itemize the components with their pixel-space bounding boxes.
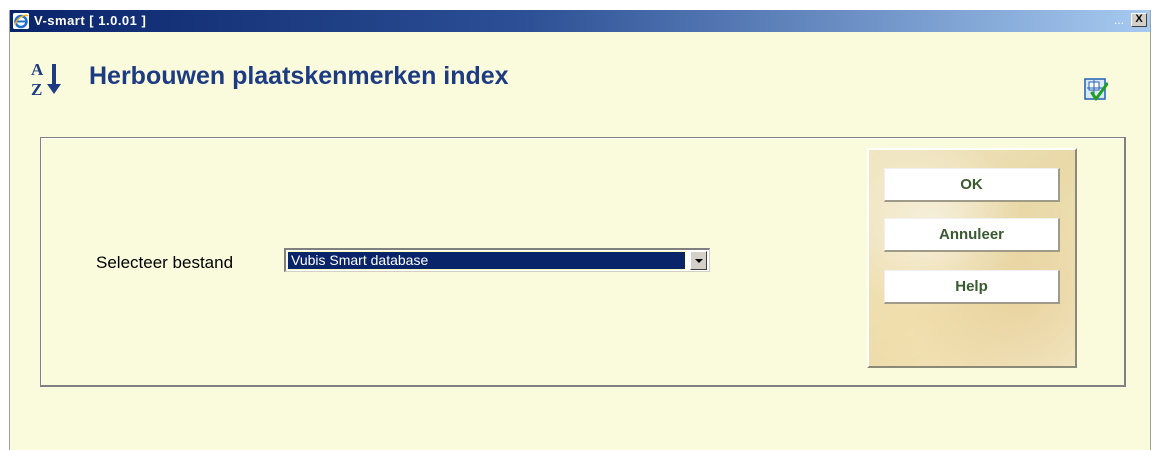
button-panel: OK Annuleer Help (867, 148, 1077, 368)
chevron-down-icon[interactable] (690, 251, 707, 270)
title-extra: ... (1113, 13, 1124, 27)
cancel-button[interactable]: Annuleer (884, 218, 1060, 252)
close-button[interactable]: X (1131, 13, 1147, 27)
sort-az-icon: A Z (29, 58, 69, 99)
app-window: V-smart [ 1.0.01 ] ... X A Z Herbouwen p… (9, 10, 1151, 450)
file-select-value[interactable]: Vubis Smart database (287, 251, 686, 270)
select-file-label: Selecteer bestand (96, 253, 234, 272)
window-title: V-smart [ 1.0.01 ] (34, 13, 147, 28)
ok-button[interactable]: OK (884, 168, 1060, 202)
page-title: Herbouwen plaatskenmerken index (89, 62, 509, 90)
ie-icon (13, 13, 29, 29)
title-bar[interactable]: V-smart [ 1.0.01 ] ... X (10, 10, 1150, 32)
help-button[interactable]: Help (884, 270, 1060, 304)
svg-text:Z: Z (31, 80, 42, 98)
document-check-icon[interactable] (1084, 78, 1109, 102)
file-select[interactable]: Vubis Smart database (284, 248, 710, 272)
svg-text:A: A (31, 60, 44, 79)
